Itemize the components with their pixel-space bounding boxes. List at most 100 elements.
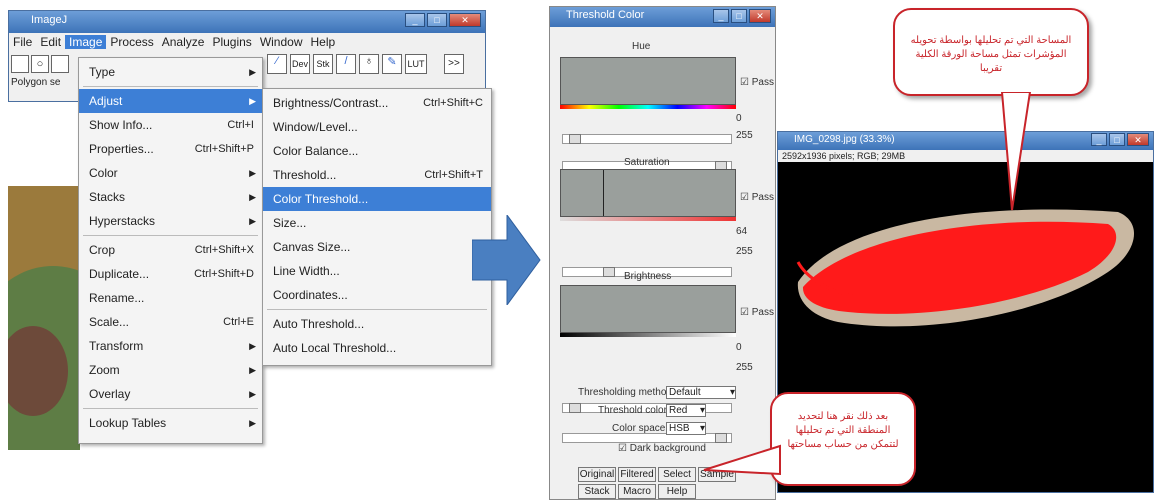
menu-item-brightness-contrast[interactable]: Brightness/Contrast... Ctrl+Shift+C (263, 91, 491, 115)
menu-item-color[interactable]: Color ▶ (79, 161, 262, 185)
hue-max-value: 255 (736, 130, 753, 141)
menu-item-duplicate[interactable]: Duplicate... Ctrl+Shift+D (79, 262, 262, 286)
menu-item-auto-local-threshold[interactable]: Auto Local Threshold... (263, 336, 491, 360)
bottom-callout: بعد ذلك نقر هنا لتحديد المنطقة التي تم ت… (770, 392, 916, 486)
more-tools-icon[interactable]: >> (444, 54, 464, 74)
filtered-button[interactable]: Filtered (618, 467, 656, 482)
app-title: ImageJ (31, 14, 68, 26)
menu-item-canvas-size[interactable]: Canvas Size... (263, 235, 491, 259)
menu-item-lookup-tables[interactable]: Lookup Tables ▶ (79, 411, 262, 435)
image-info: 2592x1936 pixels; RGB; 29MB (778, 150, 1153, 162)
menu-item-rename[interactable]: Rename... (79, 286, 262, 310)
leaf-photo (8, 186, 80, 450)
menu-item-type[interactable]: Type ▶ (79, 60, 262, 84)
top-callout-text: المساحة التي تم تحليلها بواسطة تحويله ال… (910, 35, 1072, 74)
top-callout: المساحة التي تم تحليلها بواسطة تحويله ال… (893, 8, 1089, 96)
stk-tool[interactable]: Stk (313, 54, 333, 74)
straight-line-icon[interactable]: ⁄ (267, 54, 287, 74)
hue-min-slider[interactable] (562, 134, 732, 144)
menu-item-stacks[interactable]: Stacks ▶ (79, 185, 262, 209)
maximize-button[interactable]: □ (427, 13, 447, 27)
threshold-color-window: Threshold Color _ □ ✕ Hue ☑ Pass 0 255 Sat… (549, 6, 776, 500)
lut-tool[interactable]: LUT (405, 54, 427, 74)
menu-item-crop[interactable]: Crop Ctrl+Shift+X (79, 238, 262, 262)
image-maximize-button[interactable]: □ (1109, 133, 1125, 146)
menu-edit[interactable]: Edit (36, 35, 65, 49)
hue-label: Hue (632, 41, 651, 52)
menubar: File Edit Image Process Analyze Plugins … (9, 33, 485, 51)
hue-spectrum (560, 105, 736, 109)
help-button[interactable]: Help (658, 484, 696, 499)
menu-item-coordinates[interactable]: Coordinates... (263, 283, 491, 307)
menu-item-line-width[interactable]: Line Width... (263, 259, 491, 283)
image-menu: Type ▶ Adjust ▶ Show Info... Ctrl+I Propert… (78, 57, 263, 444)
method-select[interactable]: Default ▾ (666, 386, 736, 399)
image-close-button[interactable]: ✕ (1127, 133, 1149, 146)
threshold-titlebar: Threshold Color _ □ ✕ (550, 7, 775, 27)
brush-icon[interactable]: / (336, 54, 356, 74)
hue-pass-checkbox[interactable]: ☑ Pass (740, 77, 774, 88)
stack-button[interactable]: Stack (578, 484, 616, 499)
menu-item-color-balance[interactable]: Color Balance... (263, 139, 491, 163)
color-space-select[interactable]: HSB ▾ (666, 422, 706, 435)
brightness-histogram (560, 285, 736, 333)
brightness-pass-checkbox[interactable]: ☑ Pass (740, 307, 774, 318)
dark-background-checkbox[interactable]: ☑ Dark background (618, 443, 706, 454)
menu-item-overlay[interactable]: Overlay ▶ (79, 382, 262, 406)
image-titlebar: IMG_0298.jpg (33.3%) _ □ ✕ (778, 132, 1153, 150)
hue-histogram (560, 57, 736, 105)
image-minimize-button[interactable]: _ (1091, 133, 1107, 146)
saturation-gradient (560, 217, 736, 221)
menu-item-auto-threshold[interactable]: Auto Threshold... (263, 312, 491, 336)
rectangle-tool-icon[interactable] (11, 55, 29, 73)
threshold-close-button[interactable]: ✕ (749, 9, 771, 23)
brightness-label: Brightness (624, 271, 672, 282)
hue-min-value: 0 (736, 113, 742, 124)
dropper-icon[interactable]: ♁ (359, 54, 379, 74)
menu-analyze[interactable]: Analyze (158, 35, 209, 49)
menu-item-hyperstacks[interactable]: Hyperstacks ▶ (79, 209, 262, 233)
menu-item-transform[interactable]: Transform ▶ (79, 334, 262, 358)
pencil-icon[interactable]: ✎ (382, 54, 402, 74)
color-space-label: Color space: (612, 423, 669, 434)
image-title: IMG_0298.jpg (33.3%) (794, 134, 895, 145)
threshold-title: Threshold Color (566, 9, 645, 21)
brightness-max-slider[interactable] (562, 433, 732, 443)
menu-item-zoom[interactable]: Zoom ▶ (79, 358, 262, 382)
saturation-histogram (560, 169, 736, 217)
method-label: Thresholding method: (578, 387, 675, 398)
menu-item-adjust[interactable]: Adjust ▶ (79, 89, 262, 113)
brightness-min-value: 0 (736, 342, 742, 353)
polygon-tool-icon[interactable] (51, 55, 69, 73)
saturation-min-value: 64 (736, 226, 748, 237)
menu-image[interactable]: Image (65, 35, 107, 49)
menu-item-threshold[interactable]: Threshold... Ctrl+Shift+T (263, 163, 491, 187)
dev-tool[interactable]: Dev (290, 54, 310, 74)
saturation-label: Saturation (624, 157, 670, 168)
oval-tool-icon[interactable]: ○ (31, 55, 49, 73)
menu-item-show-info[interactable]: Show Info... Ctrl+I (79, 113, 262, 137)
threshold-maximize-button[interactable]: □ (731, 9, 747, 23)
adjust-submenu: Brightness/Contrast... Ctrl+Shift+C Windo… (262, 88, 492, 366)
minimize-button[interactable]: _ (405, 13, 425, 27)
menu-item-scale[interactable]: Scale... Ctrl+E (79, 310, 262, 334)
select-button[interactable]: Select (658, 467, 696, 482)
original-button[interactable]: Original (578, 467, 616, 482)
menu-item-color-threshold[interactable]: Color Threshold... (263, 187, 491, 211)
threshold-color-select[interactable]: Red ▾ (666, 404, 706, 417)
saturation-max-value: 255 (736, 246, 753, 257)
menu-file[interactable]: File (9, 35, 36, 49)
menu-window[interactable]: Window (256, 35, 307, 49)
menu-process[interactable]: Process (106, 35, 157, 49)
close-button[interactable]: ✕ (449, 13, 481, 27)
menu-item-window-level[interactable]: Window/Level... (263, 115, 491, 139)
menu-plugins[interactable]: Plugins (208, 35, 255, 49)
macro-button[interactable]: Macro (618, 484, 656, 499)
saturation-pass-checkbox[interactable]: ☑ Pass (740, 192, 774, 203)
bottom-callout-text: بعد ذلك نقر هنا لتحديد المنطقة التي تم ت… (787, 411, 899, 450)
menu-help[interactable]: Help (307, 35, 340, 49)
menu-item-properties[interactable]: Properties... Ctrl+Shift+P (79, 137, 262, 161)
threshold-minimize-button[interactable]: _ (713, 9, 729, 23)
bottom-callout-pointer (703, 444, 781, 476)
menu-item-size[interactable]: Size... (263, 211, 491, 235)
